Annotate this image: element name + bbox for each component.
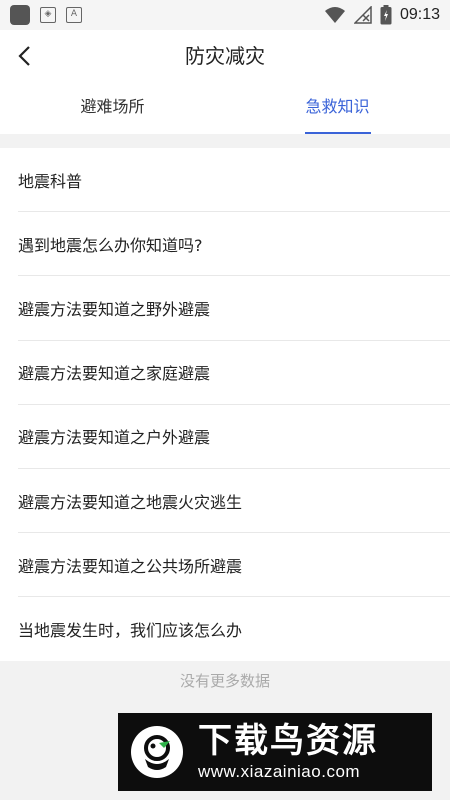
tab-first-aid[interactable]: 急救知识 bbox=[225, 82, 450, 134]
no-more-data-text: 没有更多数据 bbox=[179, 672, 270, 690]
bird-logo-icon bbox=[131, 726, 183, 778]
list-item[interactable]: 避震方法要知道之野外避震 bbox=[18, 276, 450, 341]
shield-icon: ◈ bbox=[40, 7, 56, 23]
list-item[interactable]: 避震方法要知道之公共场所避震 bbox=[18, 533, 450, 598]
list-item[interactable]: 避震方法要知道之家庭避震 bbox=[18, 341, 450, 405]
tab-bar: 避难场所 急救知识 bbox=[0, 82, 450, 134]
page-title: 防灾减灾 bbox=[185, 44, 265, 68]
app-notification-icon bbox=[10, 5, 30, 25]
watermark-brand: 下载鸟资源 bbox=[198, 721, 378, 761]
battery-icon bbox=[380, 5, 392, 25]
status-time: 09:13 bbox=[399, 6, 440, 23]
watermark: 下载鸟资源 www.xiazainiao.com bbox=[118, 713, 432, 791]
list-item[interactable]: 地震科普 bbox=[18, 148, 450, 213]
list-item[interactable]: 当地震发生时，我们应该怎么办 bbox=[18, 597, 450, 661]
signal-off-icon bbox=[353, 6, 372, 24]
tab-shelters[interactable]: 避难场所 bbox=[0, 82, 225, 134]
watermark-url: www.xiazainiao.com bbox=[198, 762, 361, 781]
letter-a-icon: A bbox=[66, 7, 82, 23]
list-item[interactable]: 避震方法要知道之地震火灾逃生 bbox=[18, 469, 450, 534]
status-bar: ◈ A 09:13 bbox=[0, 0, 450, 30]
list-item[interactable]: 遇到地震怎么办你知道吗? bbox=[18, 212, 450, 277]
wifi-icon bbox=[324, 7, 345, 23]
header: 防灾减灾 bbox=[0, 30, 450, 82]
knowledge-list: 地震科普 遇到地震怎么办你知道吗? 避震方法要知道之野外避震 避震方法要知道之家… bbox=[0, 148, 450, 661]
list-item[interactable]: 避震方法要知道之户外避震 bbox=[18, 405, 450, 469]
